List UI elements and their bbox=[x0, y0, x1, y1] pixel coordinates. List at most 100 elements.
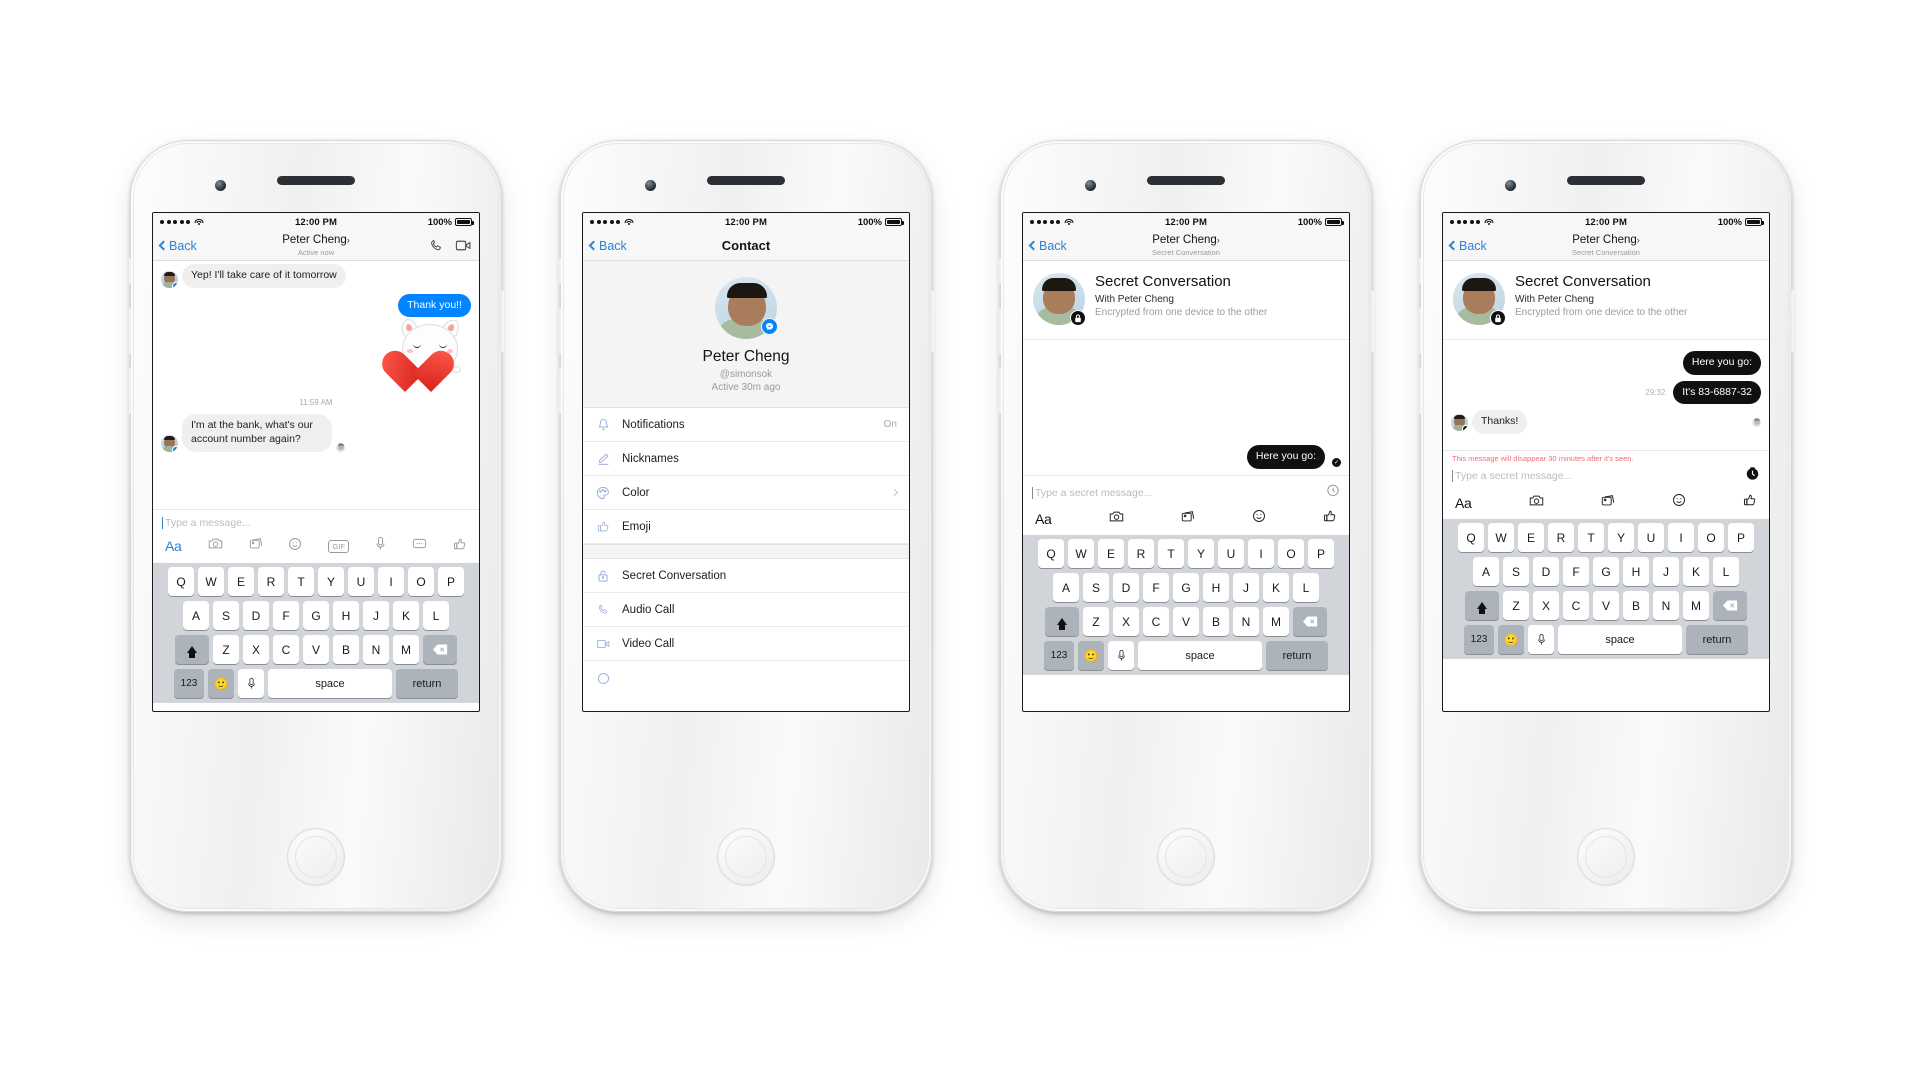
key-y[interactable]: Y bbox=[1608, 523, 1634, 552]
return-key[interactable]: return bbox=[1686, 625, 1748, 654]
key-r[interactable]: R bbox=[1548, 523, 1574, 552]
key-v[interactable]: V bbox=[1173, 607, 1199, 636]
key-n[interactable]: N bbox=[363, 635, 389, 664]
sticker-smiley-icon[interactable] bbox=[1672, 493, 1686, 512]
numbers-key[interactable]: 123 bbox=[1044, 641, 1074, 670]
menu-item-nicknames[interactable]: Nicknames bbox=[583, 442, 909, 476]
back-button[interactable]: Back bbox=[1448, 239, 1487, 253]
key-n[interactable]: N bbox=[1233, 607, 1259, 636]
microphone-icon[interactable] bbox=[238, 669, 264, 698]
home-button[interactable] bbox=[1577, 828, 1635, 886]
key-c[interactable]: C bbox=[1143, 607, 1169, 636]
key-z[interactable]: Z bbox=[1083, 607, 1109, 636]
space-key[interactable]: space bbox=[268, 669, 392, 698]
key-x[interactable]: X bbox=[1533, 591, 1559, 620]
space-key[interactable]: space bbox=[1558, 625, 1682, 654]
volume-up-button[interactable] bbox=[998, 308, 1002, 354]
power-button[interactable] bbox=[930, 290, 934, 352]
power-button[interactable] bbox=[1790, 290, 1794, 352]
home-button[interactable] bbox=[1157, 828, 1215, 886]
thumbs-up-icon[interactable] bbox=[1323, 509, 1337, 528]
key-p[interactable]: P bbox=[438, 567, 464, 596]
mute-switch[interactable] bbox=[558, 258, 562, 284]
more-dots-icon[interactable] bbox=[412, 537, 427, 555]
onscreen-keyboard[interactable]: Q W E R T Y U I O P A S D F G H J K L Z … bbox=[1023, 535, 1349, 675]
gif-icon[interactable]: GIF bbox=[328, 539, 349, 553]
message-bubble-incoming[interactable]: Yep! I'll take care of it tomorrow bbox=[182, 264, 346, 288]
power-button[interactable] bbox=[1370, 290, 1374, 352]
volume-up-button[interactable] bbox=[1418, 308, 1422, 354]
volume-down-button[interactable] bbox=[998, 368, 1002, 414]
key-u[interactable]: U bbox=[1218, 539, 1244, 568]
key-z[interactable]: Z bbox=[213, 635, 239, 664]
key-u[interactable]: U bbox=[348, 567, 374, 596]
key-a[interactable]: A bbox=[183, 601, 209, 630]
key-d[interactable]: D bbox=[1533, 557, 1559, 586]
key-a[interactable]: A bbox=[1053, 573, 1079, 602]
key-e[interactable]: E bbox=[1518, 523, 1544, 552]
key-o[interactable]: O bbox=[1698, 523, 1724, 552]
message-input-row[interactable]: Type a secret message... bbox=[1443, 464, 1769, 491]
key-s[interactable]: S bbox=[1083, 573, 1109, 602]
timer-icon[interactable] bbox=[1326, 483, 1340, 502]
menu-item-color[interactable]: Color bbox=[583, 476, 909, 510]
key-s[interactable]: S bbox=[213, 601, 239, 630]
menu-item-notifications[interactable]: Notifications On bbox=[583, 408, 909, 442]
key-m[interactable]: M bbox=[393, 635, 419, 664]
key-b[interactable]: B bbox=[333, 635, 359, 664]
message-bubble-outgoing[interactable]: Thank you!! bbox=[398, 293, 471, 318]
return-key[interactable]: return bbox=[396, 669, 458, 698]
photos-icon[interactable] bbox=[1181, 510, 1195, 528]
key-x[interactable]: X bbox=[243, 635, 269, 664]
menu-item-emoji[interactable]: Emoji bbox=[583, 510, 909, 544]
key-g[interactable]: G bbox=[1173, 573, 1199, 602]
key-g[interactable]: G bbox=[1593, 557, 1619, 586]
key-t[interactable]: T bbox=[288, 567, 314, 596]
key-h[interactable]: H bbox=[333, 601, 359, 630]
message-bubble-secret[interactable]: Here you go: bbox=[1682, 351, 1761, 375]
smiley-face-icon[interactable]: 🙂 bbox=[1078, 641, 1104, 670]
backspace-icon[interactable] bbox=[1713, 591, 1747, 620]
key-l[interactable]: L bbox=[1293, 573, 1319, 602]
key-t[interactable]: T bbox=[1158, 539, 1184, 568]
phone-icon[interactable] bbox=[429, 238, 444, 253]
message-thread[interactable]: Here you go: ✓ bbox=[1023, 340, 1349, 475]
return-key[interactable]: return bbox=[1266, 641, 1328, 670]
key-k[interactable]: K bbox=[393, 601, 419, 630]
key-k[interactable]: K bbox=[1683, 557, 1709, 586]
message-bubble-secret[interactable]: It's 83-6887-32 bbox=[1673, 380, 1761, 405]
key-k[interactable]: K bbox=[1263, 573, 1289, 602]
key-l[interactable]: L bbox=[1713, 557, 1739, 586]
volume-up-button[interactable] bbox=[558, 308, 562, 354]
key-x[interactable]: X bbox=[1113, 607, 1139, 636]
smiley-face-icon[interactable]: 🙂 bbox=[208, 669, 234, 698]
key-u[interactable]: U bbox=[1638, 523, 1664, 552]
key-j[interactable]: J bbox=[363, 601, 389, 630]
camera-icon[interactable] bbox=[1109, 510, 1124, 528]
key-w[interactable]: W bbox=[1488, 523, 1514, 552]
thumbs-up-icon[interactable] bbox=[453, 537, 467, 556]
menu-item-secret-conversation[interactable]: Secret Conversation bbox=[583, 559, 909, 593]
key-y[interactable]: Y bbox=[318, 567, 344, 596]
shift-up-arrow-icon[interactable] bbox=[175, 635, 209, 664]
key-q[interactable]: Q bbox=[1038, 539, 1064, 568]
mute-switch[interactable] bbox=[128, 258, 132, 284]
menu-item-video-call[interactable]: Video Call bbox=[583, 627, 909, 661]
power-button[interactable] bbox=[500, 290, 504, 352]
key-w[interactable]: W bbox=[198, 567, 224, 596]
key-i[interactable]: I bbox=[378, 567, 404, 596]
photos-icon[interactable] bbox=[249, 537, 263, 555]
key-f[interactable]: F bbox=[1143, 573, 1169, 602]
message-input-placeholder[interactable]: Type a secret message... bbox=[1035, 487, 1152, 499]
volume-down-button[interactable] bbox=[558, 368, 562, 414]
key-j[interactable]: J bbox=[1653, 557, 1679, 586]
video-camera-icon[interactable] bbox=[455, 238, 472, 253]
sticker-smiley-icon[interactable] bbox=[1252, 509, 1266, 528]
key-d[interactable]: D bbox=[1113, 573, 1139, 602]
microphone-icon[interactable] bbox=[1108, 641, 1134, 670]
key-o[interactable]: O bbox=[408, 567, 434, 596]
thumbs-up-icon[interactable] bbox=[1743, 493, 1757, 512]
key-v[interactable]: V bbox=[303, 635, 329, 664]
key-p[interactable]: P bbox=[1728, 523, 1754, 552]
onscreen-keyboard[interactable]: Q W E R T Y U I O P A S D F G H J K L Z … bbox=[153, 563, 479, 703]
